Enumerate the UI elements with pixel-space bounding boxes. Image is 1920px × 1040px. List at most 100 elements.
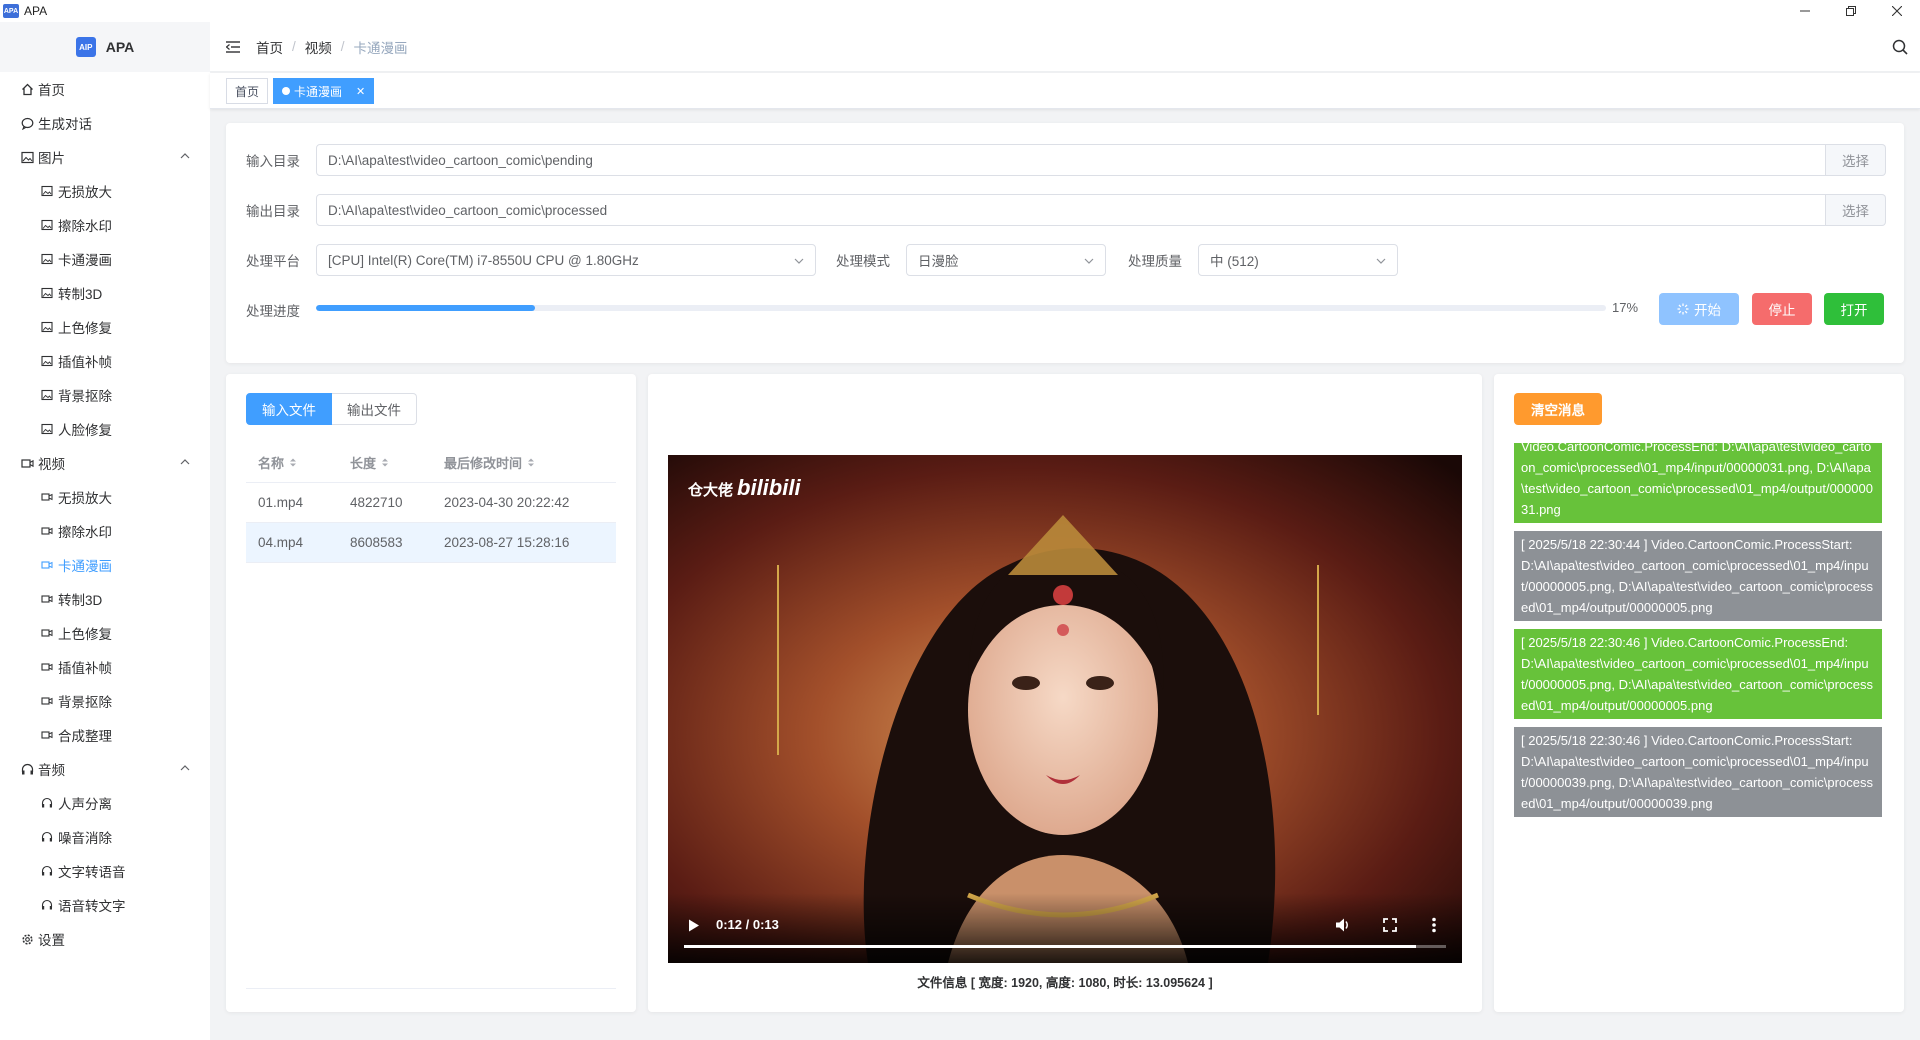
stop-button[interactable]: 停止 xyxy=(1752,293,1812,325)
video-time: 0:12 / 0:13 xyxy=(716,917,779,932)
tag-close-icon[interactable]: ✕ xyxy=(356,85,365,98)
file-list-card: 输入文件 输出文件 名称 长度 最后修改时间 01.mp4 4822710 20… xyxy=(226,374,636,1012)
video-camera-icon xyxy=(40,660,54,674)
search-icon[interactable] xyxy=(1892,39,1908,58)
input-dir-field[interactable]: D:\AI\apa\test\video_cartoon_comic\pendi… xyxy=(316,144,1826,176)
sidebar-item-label: 插值补帧 xyxy=(58,355,112,370)
sort-icon[interactable] xyxy=(527,457,535,468)
sidebar-item-label: 卡通漫画 xyxy=(58,253,112,268)
tag-active-dot xyxy=(282,87,290,95)
sidebar-item-label: 噪音消除 xyxy=(58,831,112,846)
sidebar-item-audio-tts[interactable]: 文字转语音 xyxy=(0,854,210,888)
breadcrumb-video[interactable]: 视频 xyxy=(305,37,332,57)
sidebar-item-image-cartoon[interactable]: 卡通漫画 xyxy=(0,242,210,276)
sidebar-item-video-compose[interactable]: 合成整理 xyxy=(0,718,210,752)
table-row-selected[interactable]: 04.mp4 8608583 2023-08-27 15:28:16 xyxy=(246,523,616,563)
sidebar-item-image-3d[interactable]: 转制3D xyxy=(0,276,210,310)
sidebar-item-label: 卡通漫画 xyxy=(58,559,112,574)
tag-cartoon[interactable]: 卡通漫画 ✕ xyxy=(273,78,375,104)
picture-icon xyxy=(40,320,54,334)
clear-messages-button[interactable]: 清空消息 xyxy=(1514,393,1602,425)
sidebar-item-audio-separate[interactable]: 人声分离 xyxy=(0,786,210,820)
headset-icon xyxy=(40,898,54,912)
tags-view: 首页 卡通漫画 ✕ xyxy=(210,73,1920,109)
open-button[interactable]: 打开 xyxy=(1824,293,1884,325)
sidebar-item-video-colorize[interactable]: 上色修复 xyxy=(0,616,210,650)
sidebar-item-video-watermark[interactable]: 擦除水印 xyxy=(0,514,210,548)
tab-input-files[interactable]: 输入文件 xyxy=(246,393,332,425)
start-button[interactable]: 开始 xyxy=(1659,293,1739,325)
restore-button[interactable] xyxy=(1828,0,1874,22)
video-camera-icon xyxy=(40,558,54,572)
brand-logo: AIP xyxy=(75,37,96,57)
fullscreen-icon[interactable] xyxy=(1383,918,1397,932)
mode-select[interactable]: 日漫脸 xyxy=(906,244,1106,276)
sidebar-item-label: 语音转文字 xyxy=(58,899,126,914)
sort-icon[interactable] xyxy=(289,457,297,468)
sidebar-item-image-upscale[interactable]: 无损放大 xyxy=(0,174,210,208)
table-header: 名称 长度 最后修改时间 xyxy=(246,443,616,483)
sidebar-item-video-3d[interactable]: 转制3D xyxy=(0,582,210,616)
close-icon xyxy=(1892,6,1902,16)
video-camera-icon xyxy=(40,592,54,606)
sidebar-item-video-upscale[interactable]: 无损放大 xyxy=(0,480,210,514)
sidebar-item-settings[interactable]: 设置 xyxy=(0,922,210,956)
tag-home[interactable]: 首页 xyxy=(226,78,269,104)
sidebar-group-video[interactable]: 视频 xyxy=(0,446,210,480)
sidebar-group-image[interactable]: 图片 xyxy=(0,140,210,174)
sidebar-item-image-interp[interactable]: 插值补帧 xyxy=(0,344,210,378)
video-player[interactable]: 仓大佬 bilibili 0:12 / 0:13 xyxy=(668,455,1462,963)
sidebar-item-label: 生成对话 xyxy=(38,117,92,132)
headset-icon xyxy=(40,864,54,878)
sidebar-item-image-colorize[interactable]: 上色修复 xyxy=(0,310,210,344)
sidebar-item-label: 擦除水印 xyxy=(58,525,112,540)
sidebar-item-label: 上色修复 xyxy=(58,321,112,336)
column-header-size[interactable]: 长度 xyxy=(338,453,432,472)
sort-icon[interactable] xyxy=(381,457,389,468)
output-dir-choose-button[interactable]: 选择 xyxy=(1826,194,1886,226)
menu-fold-icon[interactable] xyxy=(226,39,242,55)
sidebar-item-image-face[interactable]: 人脸修复 xyxy=(0,412,210,446)
minimize-button[interactable] xyxy=(1782,0,1828,22)
sidebar-item-chat[interactable]: 生成对话 xyxy=(0,106,210,140)
progress-percent: 17% xyxy=(1612,300,1639,315)
sidebar-item-video-interp[interactable]: 插值补帧 xyxy=(0,650,210,684)
column-header-name[interactable]: 名称 xyxy=(246,453,338,472)
volume-icon[interactable] xyxy=(1335,917,1351,933)
input-dir-choose-button[interactable]: 选择 xyxy=(1826,144,1886,176)
tab-output-files[interactable]: 输出文件 xyxy=(332,393,417,425)
sidebar-item-label: 背景抠除 xyxy=(58,695,112,710)
file-info: 文件信息 [ 宽度: 1920, 高度: 1080, 时长: 13.095624… xyxy=(917,976,1213,990)
video-camera-icon xyxy=(40,728,54,742)
message-item: [ 2025/5/18 22:30:46 ] Video.CartoonComi… xyxy=(1514,727,1882,817)
sidebar-item-label: 背景抠除 xyxy=(58,389,112,404)
quality-select[interactable]: 中 (512) xyxy=(1198,244,1398,276)
chevron-up-icon xyxy=(180,459,190,465)
sidebar-item-home[interactable]: 首页 xyxy=(0,72,210,106)
column-header-mtime[interactable]: 最后修改时间 xyxy=(432,453,616,472)
chevron-down-icon xyxy=(1084,258,1094,264)
close-window-button[interactable] xyxy=(1874,0,1920,22)
sidebar-item-video-cartoon[interactable]: 卡通漫画 xyxy=(0,548,210,582)
more-options-icon[interactable] xyxy=(1432,917,1436,933)
tag-label: 首页 xyxy=(235,84,260,99)
play-icon[interactable] xyxy=(688,919,700,932)
sidebar-group-audio[interactable]: 音频 xyxy=(0,752,210,786)
loading-icon xyxy=(1677,303,1689,315)
chevron-down-icon xyxy=(1376,258,1386,264)
sidebar-item-image-bg-remove[interactable]: 背景抠除 xyxy=(0,378,210,412)
video-seek-bar[interactable] xyxy=(684,945,1446,948)
picture-icon xyxy=(40,354,54,368)
video-camera-icon xyxy=(40,490,54,504)
sidebar-item-audio-stt[interactable]: 语音转文字 xyxy=(0,888,210,922)
breadcrumb-home[interactable]: 首页 xyxy=(256,37,283,57)
sidebar-item-video-bg-remove[interactable]: 背景抠除 xyxy=(0,684,210,718)
sidebar-item-image-watermark[interactable]: 擦除水印 xyxy=(0,208,210,242)
video-camera-icon xyxy=(40,524,54,538)
sidebar-item-audio-denoise[interactable]: 噪音消除 xyxy=(0,820,210,854)
platform-select[interactable]: [CPU] Intel(R) Core(TM) i7-8550U CPU @ 1… xyxy=(316,244,816,276)
output-dir-field[interactable]: D:\AI\apa\test\video_cartoon_comic\proce… xyxy=(316,194,1826,226)
sidebar-menu: 首页 生成对话 图片 无损放大 擦除水印 卡通漫画 转制3D 上色修复 插值补帧… xyxy=(0,72,210,956)
home-icon xyxy=(20,82,34,96)
table-row[interactable]: 01.mp4 4822710 2023-04-30 20:22:42 xyxy=(246,483,616,523)
